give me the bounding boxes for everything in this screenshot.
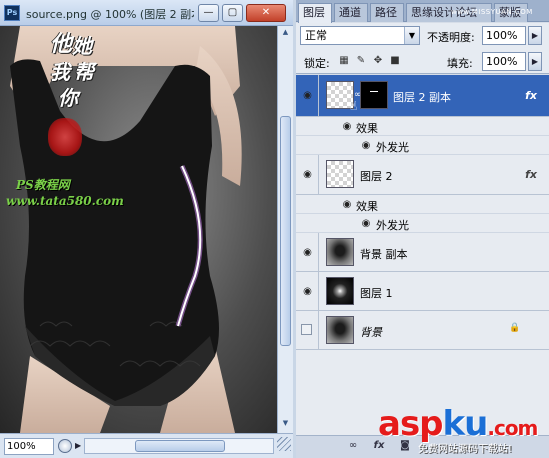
lock-all-icon[interactable]: ■ (389, 55, 401, 67)
navigator-icon[interactable] (58, 439, 72, 453)
eye-icon[interactable]: ◉ (301, 91, 314, 101)
effects-label: 效果 (356, 122, 378, 135)
eye-icon[interactable]: ◉ (301, 170, 314, 180)
eye-icon[interactable]: ◉ (301, 248, 314, 258)
scroll-down-arrow-icon[interactable]: ▼ (280, 419, 291, 431)
document-window: Ps source.png @ 100% (图层 2 副本, RGB/8) — … (0, 0, 293, 458)
close-button[interactable]: ✕ (246, 4, 286, 22)
watermark-url: www.tata580.com (6, 194, 124, 208)
zoom-level-field[interactable]: 100% (4, 438, 54, 455)
layer-thumbnail (326, 316, 354, 344)
eye-icon[interactable]: ◉ (341, 200, 353, 210)
vertical-scrollbar[interactable]: ▲ ▼ (277, 26, 293, 433)
visibility-toggle[interactable]: ◉ (296, 233, 319, 271)
layers-panel: 图层 通道 路径 思缘设计论坛 蒙版 www.MISSYUAN.COM 正常 ▼… (296, 0, 549, 458)
visibility-toggle[interactable] (296, 311, 319, 349)
eye-icon[interactable]: ◉ (341, 122, 353, 132)
lock-label: 锁定: (304, 57, 330, 70)
document-title: source.png @ 100% (图层 2 副本, RGB/8) (26, 8, 194, 21)
lock-transparency-icon[interactable]: ▦ (338, 55, 350, 67)
layer-row-background[interactable]: 背景 🔒 (296, 311, 549, 350)
watermark-site-text: PS教程网 (16, 178, 70, 192)
layer-thumbnail (326, 277, 354, 305)
blend-row: 正常 ▼ 不透明度: 100% ▶ (296, 23, 549, 49)
watermark-seal (48, 118, 82, 156)
link-icon[interactable]: ∞ (346, 440, 360, 454)
layer-name[interactable]: 图层 2 副本 (393, 89, 451, 105)
lock-icon: 🔒 (509, 323, 521, 333)
layer-list: ◉ ∞ 图层 2 副本 fx ☝ ◉ 效果 ◉ 外发光 ◉ 图层 2 fx ◉ … (296, 75, 549, 435)
image-canvas[interactable]: 他 她 我 帮 你 PS教程网 www.tata580.com (0, 26, 277, 433)
eye-icon[interactable]: ◉ (360, 219, 372, 229)
tab-channels[interactable]: 通道 (334, 3, 368, 22)
document-titlebar[interactable]: Ps source.png @ 100% (图层 2 副本, RGB/8) — … (0, 0, 293, 26)
layer-thumbnail (326, 238, 354, 266)
fx-badge-icon[interactable]: fx (525, 168, 537, 181)
tab-layers[interactable]: 图层 (298, 3, 332, 23)
fill-field[interactable]: 100% (482, 52, 526, 71)
fill-slider-arrow-icon[interactable]: ▶ (528, 52, 542, 71)
scroll-up-arrow-icon[interactable]: ▲ (280, 28, 291, 40)
aspku-watermark-subtitle: 免费网站源码下载站! (418, 444, 513, 455)
layer-row-layer1[interactable]: ◉ 图层 1 (296, 272, 549, 311)
minimize-button[interactable]: — (198, 4, 219, 22)
opacity-label: 不透明度: (427, 31, 475, 44)
hand-cursor-icon: ☝ (350, 99, 358, 113)
photoshop-app-icon: Ps (4, 5, 20, 21)
chevron-down-icon[interactable]: ▼ (404, 27, 419, 44)
aspku-watermark-logo: aspku.com (378, 404, 538, 444)
effect-name: 外发光 (376, 219, 409, 232)
horizontal-scrollbar[interactable] (84, 438, 274, 454)
restore-button[interactable]: ▢ (222, 4, 243, 22)
photo-artwork (10, 26, 242, 433)
hidden-visibility-box[interactable] (301, 324, 312, 335)
opacity-field[interactable]: 100% (482, 26, 526, 45)
blend-mode-value: 正常 (305, 29, 327, 42)
layer-row-layer2-copy[interactable]: ◉ ∞ 图层 2 副本 fx ☝ (296, 75, 549, 117)
effects-row[interactable]: ◉ 效果 (296, 117, 549, 136)
layer-name[interactable]: 图层 2 (360, 168, 393, 184)
site-watermark: www.MISSYUAN.COM (451, 8, 533, 16)
lock-position-move-icon[interactable]: ✥ (372, 55, 384, 67)
layer-name[interactable]: 背景 (360, 324, 382, 340)
watermark-char-4: 帮 (74, 60, 94, 84)
eye-icon[interactable]: ◉ (360, 141, 372, 151)
layer-thumbnail (326, 160, 354, 188)
fx-badge-icon[interactable]: fx (525, 89, 537, 102)
resize-grip-icon[interactable] (277, 437, 291, 451)
eye-icon[interactable]: ◉ (301, 287, 314, 297)
lock-row: 锁定: ▦ ✎ ✥ ■ 填充: 100% ▶ (296, 49, 549, 74)
effect-outer-glow-row[interactable]: ◉ 外发光 (296, 136, 549, 155)
effects-label: 效果 (356, 200, 378, 213)
effect-outer-glow-row[interactable]: ◉ 外发光 (296, 214, 549, 233)
document-statusbar: 100% ▶ (0, 433, 293, 458)
status-menu-arrow-icon[interactable]: ▶ (75, 441, 81, 450)
horizontal-scroll-thumb[interactable] (135, 440, 225, 452)
visibility-toggle[interactable]: ◉ (296, 155, 319, 194)
visibility-toggle[interactable]: ◉ (296, 75, 319, 116)
tab-paths[interactable]: 路径 (370, 3, 404, 22)
visibility-toggle[interactable]: ◉ (296, 272, 319, 310)
layer-mask-thumbnail[interactable] (360, 81, 388, 109)
watermark-char-2: 她 (72, 34, 92, 58)
effect-name: 外发光 (376, 141, 409, 154)
lock-pixels-brush-icon[interactable]: ✎ (355, 55, 367, 67)
layer-row-background-copy[interactable]: ◉ 背景 副本 (296, 233, 549, 272)
blend-mode-select[interactable]: 正常 ▼ (300, 26, 420, 45)
watermark-char-3: 我 (50, 60, 70, 84)
effects-row[interactable]: ◉ 效果 (296, 195, 549, 214)
vertical-scroll-thumb[interactable] (280, 116, 291, 346)
watermark-char-5: 你 (58, 86, 78, 110)
fill-label: 填充: (447, 57, 473, 70)
layer-row-layer2[interactable]: ◉ 图层 2 fx (296, 155, 549, 195)
layer-name[interactable]: 背景 副本 (360, 246, 408, 262)
panel-tab-strip: 图层 通道 路径 思缘设计论坛 蒙版 www.MISSYUAN.COM (296, 0, 549, 23)
opacity-slider-arrow-icon[interactable]: ▶ (528, 26, 542, 45)
watermark-char-1: 他 (50, 31, 73, 57)
layer-name[interactable]: 图层 1 (360, 285, 393, 301)
